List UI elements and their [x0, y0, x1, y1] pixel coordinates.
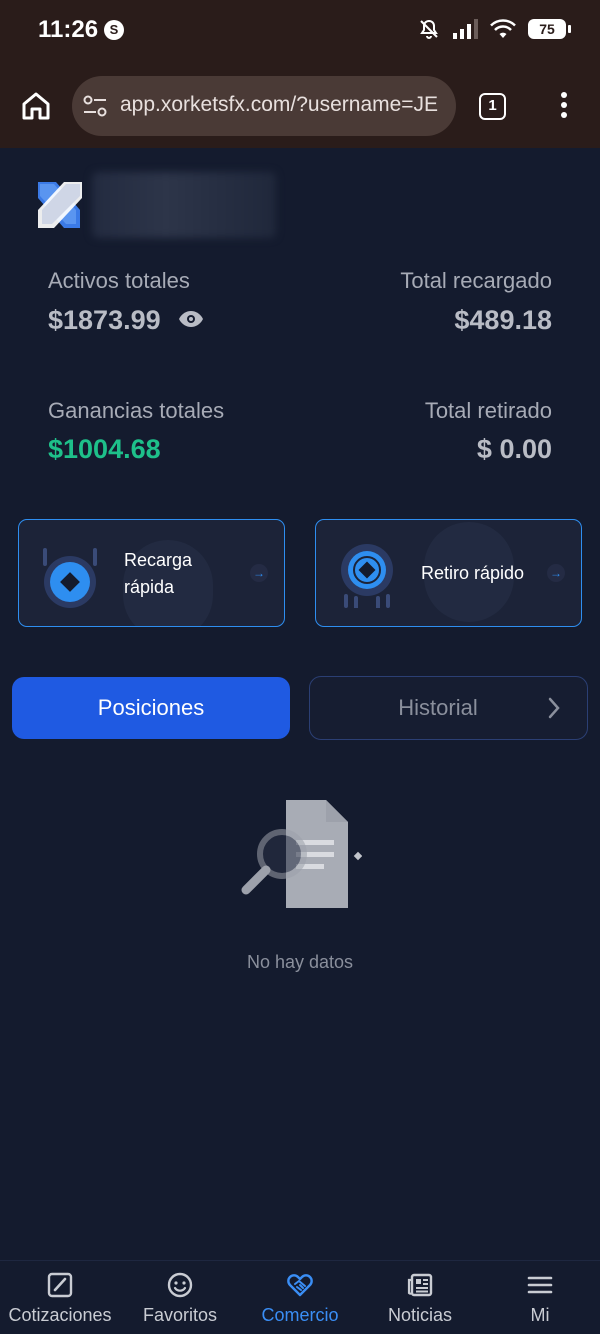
- signal-icon: [453, 19, 478, 39]
- tab-history[interactable]: Historial: [309, 676, 588, 740]
- status-time: 11:26: [38, 16, 99, 43]
- nav-quotes[interactable]: Cotizaciones: [0, 1261, 120, 1334]
- chart-icon: [47, 1272, 73, 1298]
- browser-chrome: 11:26 S 75 app.xorketsfx.com/?username=J…: [0, 0, 600, 148]
- mute-icon: [420, 19, 438, 39]
- nav-trade[interactable]: Comercio: [240, 1261, 360, 1334]
- total-assets-value: $1873.99: [48, 305, 161, 335]
- nav-quotes-label: Cotizaciones: [8, 1305, 112, 1325]
- total-withdrawn-label: Total retirado: [424, 398, 552, 423]
- quick-recharge-button[interactable]: Recarga rápida →: [18, 519, 285, 627]
- url-bar[interactable]: app.xorketsfx.com/?username=JE: [72, 76, 456, 136]
- total-assets-label: Activos totales: [48, 268, 190, 293]
- url-text[interactable]: app.xorketsfx.com/?username=JE: [120, 93, 448, 117]
- quick-recharge-label: Recarga rápida: [124, 547, 192, 601]
- blurred-username: [92, 172, 276, 238]
- news-icon: [407, 1273, 433, 1297]
- tab-switcher-button[interactable]: 1: [479, 93, 506, 120]
- status-bar: 11:26 S 75: [0, 0, 600, 62]
- quick-withdraw-button[interactable]: Retiro rápido →: [315, 519, 582, 627]
- app-logo: [38, 182, 82, 228]
- bottom-nav: Cotizaciones Favoritos Comercio Noticias: [0, 1260, 600, 1334]
- nav-me[interactable]: Mi: [480, 1261, 600, 1334]
- quick-recharge-line1: Recarga: [124, 550, 193, 570]
- nav-favorites-label: Favoritos: [142, 1305, 218, 1325]
- chevron-right-icon: [548, 697, 560, 719]
- empty-state-text: No hay datos: [246, 952, 354, 972]
- arrow-right-icon: →: [250, 564, 268, 582]
- no-data-illustration: [241, 800, 362, 908]
- coin-deposit-icon: [43, 548, 97, 608]
- nav-me-label: Mi: [530, 1305, 550, 1325]
- quick-recharge-line2: rápida: [124, 577, 175, 597]
- s-notification-icon: S: [104, 20, 124, 40]
- arrow-right-icon: →: [547, 564, 565, 582]
- total-recharged-value: $489.18: [454, 305, 552, 335]
- tab-positions[interactable]: Posiciones: [12, 677, 290, 739]
- total-withdrawn-value: $ 0.00: [476, 434, 552, 464]
- menu-icon: [527, 1276, 553, 1294]
- nav-favorites[interactable]: Favoritos: [120, 1261, 240, 1334]
- total-recharged-label: Total recargado: [400, 268, 552, 293]
- site-settings-icon[interactable]: [82, 94, 108, 118]
- handshake-icon: [287, 1274, 313, 1297]
- nav-news[interactable]: Noticias: [360, 1261, 480, 1334]
- browser-menu-icon[interactable]: [556, 92, 572, 122]
- tab-history-label: Historial: [398, 695, 478, 720]
- total-profit-value: $1004.68: [48, 434, 161, 464]
- wifi-icon: [490, 19, 516, 38]
- coin-withdraw-icon: [341, 544, 393, 608]
- eye-icon[interactable]: [178, 308, 204, 330]
- smiley-icon: [167, 1272, 193, 1298]
- home-icon[interactable]: [18, 88, 54, 124]
- quick-withdraw-label: Retiro rápido: [421, 563, 525, 583]
- nav-news-label: Noticias: [387, 1305, 453, 1325]
- total-profit-label: Ganancias totales: [48, 398, 225, 423]
- battery-icon: 75: [528, 19, 571, 39]
- status-icons: 75: [418, 18, 571, 40]
- nav-trade-label: Comercio: [261, 1305, 339, 1325]
